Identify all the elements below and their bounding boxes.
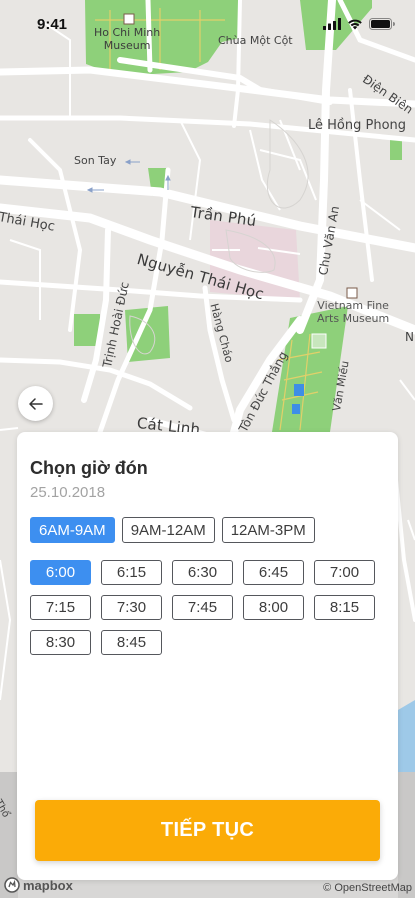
mapbox-attribution[interactable]: mapbox	[4, 877, 73, 893]
signal-icon	[323, 18, 341, 30]
mapbox-text: mapbox	[23, 877, 73, 893]
time-slot[interactable]: 7:15	[30, 595, 91, 620]
mapbox-logo-icon	[4, 877, 20, 893]
back-arrow-icon	[28, 397, 43, 410]
status-time: 9:41	[37, 16, 68, 33]
time-slot[interactable]: 7:45	[172, 595, 233, 620]
time-range-tabs: 6AM-9AM 9AM-12AM 12AM-3PM	[30, 517, 315, 543]
wifi-icon	[348, 19, 362, 30]
poi-label-line: Arts Museum	[317, 312, 390, 325]
poi-label-line: Vietnam Fine	[317, 299, 389, 312]
park-area	[390, 140, 402, 160]
time-range-chip[interactable]: 12AM-3PM	[221, 517, 315, 543]
time-slot[interactable]: 8:15	[314, 595, 375, 620]
time-slot[interactable]: 6:00	[30, 560, 91, 585]
time-slot[interactable]: 7:00	[314, 560, 375, 585]
time-slot[interactable]: 6:15	[101, 560, 162, 585]
sheet-title: Chọn giờ đón	[30, 458, 148, 478]
back-button[interactable]	[18, 386, 53, 421]
time-slot[interactable]: 7:30	[101, 595, 162, 620]
map-label-n: N	[405, 330, 414, 344]
water-area	[398, 700, 415, 772]
status-icons	[323, 18, 395, 30]
time-slot[interactable]: 8:45	[101, 630, 162, 655]
pickup-date: 25.10.2018	[30, 484, 106, 501]
time-range-chip[interactable]: 9AM-12AM	[121, 517, 215, 543]
poi-vietnam-fine-arts-museum[interactable]: Vietnam Fine Arts Museum	[317, 299, 389, 325]
time-range-chip[interactable]: 6AM-9AM	[30, 517, 115, 543]
time-slot[interactable]: 8:30	[30, 630, 91, 655]
time-slot-grid: 6:00 6:15 6:30 6:45 7:00 7:15 7:30 7:45 …	[30, 560, 375, 655]
map-label-le-hong-phong: Lê Hồng Phong	[308, 118, 407, 133]
osm-attribution[interactable]: © OpenStreetMap	[323, 882, 412, 894]
status-bar: 9:41	[0, 0, 415, 48]
battery-icon	[369, 18, 395, 30]
continue-button[interactable]: TIẾP TỤC	[35, 800, 380, 861]
time-slot[interactable]: 6:45	[243, 560, 304, 585]
pickup-time-sheet: Chọn giờ đón 25.10.2018 6AM-9AM 9AM-12AM…	[17, 432, 398, 880]
time-slot[interactable]: 8:00	[243, 595, 304, 620]
time-slot[interactable]: 6:30	[172, 560, 233, 585]
map-label-son-tay: Son Tay	[74, 154, 117, 167]
